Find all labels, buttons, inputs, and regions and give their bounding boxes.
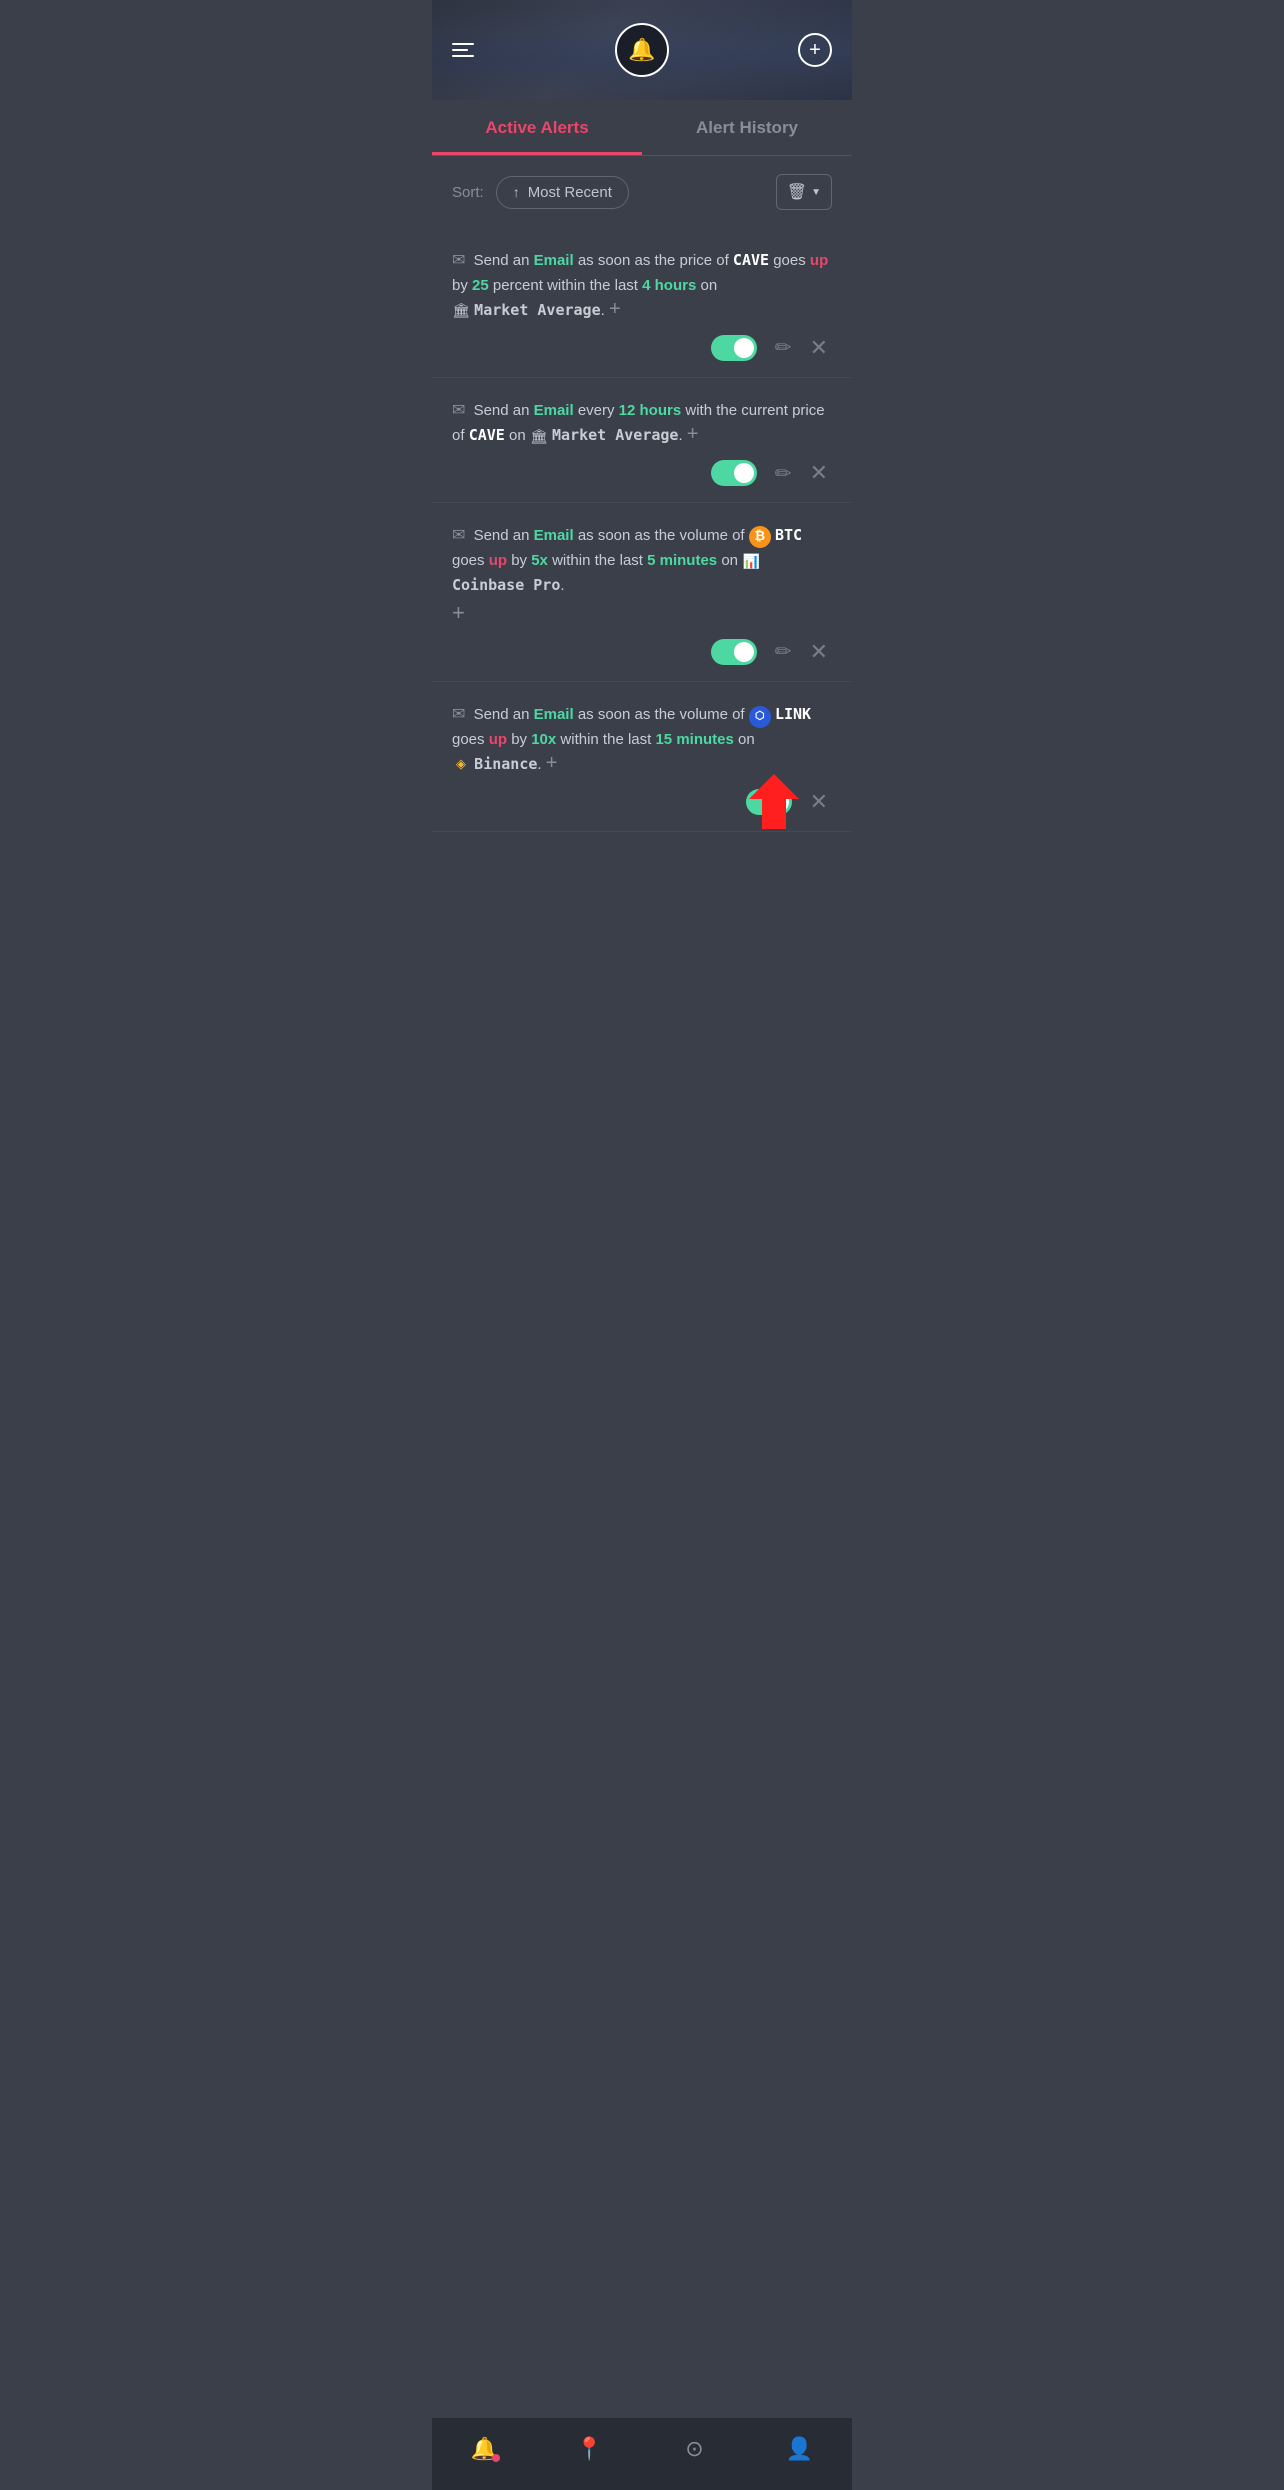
alert-3-time: 5 minutes [647,552,717,569]
market-avg-icon-2: 🏛 [530,427,548,445]
menu-line-1 [452,43,474,45]
chevron-down-icon: ▼ [811,187,821,198]
coinbase-icon: 📊 [742,552,760,570]
alert-4-time: 15 minutes [655,731,733,748]
plus-icon: + [809,40,821,60]
alert-card-2: ✉ Send an Email every 12 hours with the … [432,378,852,504]
market-avg-icon-1: 🏛 [452,302,470,320]
alert-1-edit-button[interactable]: ✏ [775,335,792,360]
alert-4-coin: LINK [775,705,811,723]
alert-text-1: ✉ Send an Email as soon as the price of … [452,248,832,323]
alert-3-edit-button[interactable]: ✏ [775,639,792,664]
nav-map[interactable]: 📍 [537,2428,642,2470]
alert-4-email: Email [534,706,574,723]
email-icon-4: ✉ [452,706,465,723]
alert-1-exchange: Market Average [474,301,600,319]
alert-4-toggle[interactable] [746,789,792,815]
alerts-nav-icon: 🔔 [471,2436,498,2462]
alert-1-controls: ✏ ✕ [452,323,832,367]
alert-2-edit-button[interactable]: ✏ [775,461,792,486]
alert-2-coin: CAVE [469,426,505,444]
alert-3-coin: BTC [775,526,802,544]
alert-1-email: Email [534,252,574,269]
alert-3-direction: up [489,552,507,569]
alert-1-coin: CAVE [733,251,769,269]
alert-2-toggle[interactable] [711,460,757,486]
menu-button[interactable] [452,43,474,57]
alert-4-exchange: Binance [474,755,537,773]
alert-2-controls: ✏ ✕ [452,448,832,492]
link-coin-icon: ⬡ [749,706,771,728]
sort-dropdown[interactable]: ↑ Most Recent [496,176,629,209]
alert-3-exchange: Coinbase Pro [452,576,560,594]
alert-card-4: ✉ Send an Email as soon as the volume of… [432,682,852,832]
profile-nav-icon: 👤 [786,2436,813,2462]
alert-4-amount: 10x [531,731,556,748]
alert-card-3: ✉ Send an Email as soon as the volume of… [432,503,852,682]
add-alert-button[interactable]: + [798,33,832,67]
email-icon-3: ✉ [452,527,465,544]
map-nav-icon: 📍 [576,2436,603,2462]
alert-3-controls: ✏ ✕ [452,627,832,671]
alert-text-4: ✉ Send an Email as soon as the volume of… [452,702,832,777]
alert-2-exchange: Market Average [552,426,678,444]
sort-current-value: Most Recent [528,184,612,201]
email-icon-1: ✉ [452,252,465,269]
alert-2-email: Email [534,402,574,419]
binance-icon: ◈ [452,756,470,774]
app-header: 🔔 + [432,0,852,100]
menu-line-3 [452,55,474,57]
more-nav-icon: ⊙ [685,2436,703,2462]
sort-up-arrow-icon: ↑ [513,184,520,200]
alert-2-add-exchange[interactable]: + [687,423,699,445]
alert-2-delete-button[interactable]: ✕ [810,460,828,486]
delete-button[interactable]: 🗑 ▼ [776,174,832,210]
alert-4-delete-button[interactable]: ✕ [810,789,828,815]
alert-1-time: 4 hours [642,277,696,294]
alerts-list: ✉ Send an Email as soon as the price of … [432,220,852,2417]
btc-coin-icon: ₿ [749,526,771,548]
alert-card-1: ✉ Send an Email as soon as the price of … [432,228,852,378]
bell-icon: 🔔 [628,37,655,63]
alert-text-3: ✉ Send an Email as soon as the volume of… [452,523,832,598]
alert-4-add-exchange[interactable]: + [546,752,558,774]
sort-label: Sort: [452,184,484,201]
alert-text-2: ✉ Send an Email every 12 hours with the … [452,398,832,449]
alert-1-add-exchange[interactable]: + [609,298,621,320]
tab-alert-history[interactable]: Alert History [642,100,852,155]
alert-1-amount: 25 [472,277,489,294]
email-icon-2: ✉ [452,402,465,419]
alert-1-direction: up [810,252,828,269]
alert-2-interval: 12 hours [619,402,682,419]
alert-1-toggle[interactable] [711,335,757,361]
tab-active-alerts[interactable]: Active Alerts [432,100,642,155]
menu-line-2 [452,49,468,51]
sort-bar: Sort: ↑ Most Recent 🗑 ▼ [432,156,852,220]
bottom-navigation: 🔔 📍 ⊙ 👤 [432,2417,852,2490]
tab-bar: Active Alerts Alert History [432,100,852,156]
alert-3-email: Email [534,527,574,544]
alert-3-add-exchange[interactable]: + [452,600,465,625]
alert-3-amount: 5x [531,552,548,569]
nav-more[interactable]: ⊙ [642,2428,747,2470]
alert-4-direction: up [489,731,507,748]
alert-4-controls: ✕ [452,777,832,821]
nav-alerts[interactable]: 🔔 [432,2428,537,2470]
alert-1-delete-button[interactable]: ✕ [810,335,828,361]
nav-profile[interactable]: 👤 [747,2428,852,2470]
alert-3-delete-button[interactable]: ✕ [810,639,828,665]
trash-icon: 🗑 [787,182,807,202]
alert-3-toggle[interactable] [711,639,757,665]
app-logo: 🔔 [615,23,669,77]
